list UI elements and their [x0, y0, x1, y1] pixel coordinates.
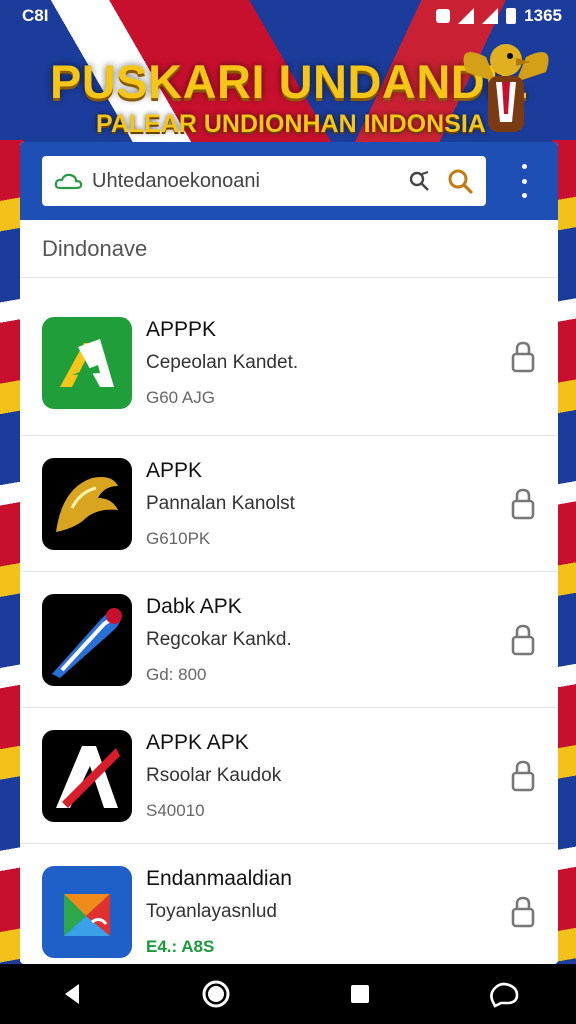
- back-icon: [65, 984, 79, 1004]
- app-text: Endanmaaldian Toyanlayasnlud E4.: A8S: [146, 867, 536, 957]
- notification-icon: [436, 9, 451, 23]
- lock-icon[interactable]: [510, 759, 536, 793]
- app-list-item[interactable]: Dabk APK Regcokar Kankd. Gd: 800: [20, 572, 558, 708]
- recents-button[interactable]: [340, 974, 380, 1014]
- search-bar[interactable]: [42, 156, 486, 206]
- app-text: Dabk APK Regcokar Kankd. Gd: 800: [146, 595, 536, 685]
- app-meta: E4.: A8S: [146, 936, 215, 956]
- app-text: APPK APK Rsoolar Kaudok S40010: [146, 731, 536, 821]
- status-icons: 1365: [436, 6, 562, 26]
- search-icon[interactable]: [446, 167, 474, 195]
- lock-icon[interactable]: [510, 340, 536, 374]
- status-time: 1365: [524, 6, 562, 25]
- app-list-item[interactable]: Endanmaaldian Toyanlayasnlud E4.: A8S: [20, 844, 558, 964]
- app-text: APPPK Cepeolan Kandet. G60 AJG: [146, 318, 536, 408]
- battery-icon: [506, 8, 517, 24]
- app-list: APPPK Cepeolan Kandet. G60 AJG APPK Pann…: [20, 278, 558, 964]
- rocket-icon: [42, 593, 132, 686]
- app-description: Toyanlayasnlud: [146, 900, 277, 922]
- app-description: Pannalan Kanolst: [146, 492, 295, 514]
- app-name: Endanmaaldian: [146, 866, 292, 890]
- app-meta: Gd: 800: [146, 664, 207, 684]
- search-input[interactable]: [92, 169, 406, 193]
- cloud-icon: [54, 173, 83, 190]
- app-name: APPPK: [146, 317, 217, 341]
- voice-search-icon[interactable]: [406, 168, 432, 194]
- red-arrow-icon: [42, 729, 132, 822]
- assistant-button[interactable]: [484, 974, 524, 1014]
- app-list-card: Dindonave APPPK Cepeolan Kandet. G60 AJG: [20, 142, 558, 964]
- app-text: APPK Pannalan Kanolst G610PK: [146, 459, 536, 549]
- app-description: Regcokar Kankd.: [146, 628, 292, 650]
- navigation-bar: [0, 964, 576, 1024]
- app-description: Rsoolar Kaudok: [146, 764, 282, 786]
- wifi-icon: [482, 8, 499, 24]
- app-meta: S40010: [146, 800, 205, 820]
- app-list-item[interactable]: APPPK Cepeolan Kandet. G60 AJG: [20, 278, 558, 436]
- status-bar: C8I 1365: [0, 0, 576, 32]
- recents-icon: [351, 985, 369, 1003]
- home-icon: [202, 980, 230, 1008]
- search-header: [20, 142, 558, 220]
- lock-icon[interactable]: [510, 487, 536, 521]
- status-left-text: C8I: [22, 6, 49, 25]
- back-button[interactable]: [52, 974, 92, 1014]
- section-header: Dindonave: [20, 220, 558, 278]
- header-banner: PUSKARI UNDANDIL PALEAR UNDIONHAN INDONS…: [0, 40, 576, 156]
- app-meta: G610PK: [146, 528, 211, 548]
- banner-subtitle: PALEAR UNDIONHAN INDONSIA: [96, 110, 486, 138]
- colorful-cube-icon: [42, 865, 132, 958]
- gold-bird-icon: [42, 457, 132, 550]
- app-list-item[interactable]: APPK Pannalan Kanolst G610PK: [20, 436, 558, 572]
- more-options-button[interactable]: [514, 164, 534, 198]
- home-button[interactable]: [196, 974, 236, 1014]
- app-list-item[interactable]: APPK APK Rsoolar Kaudok S40010: [20, 708, 558, 844]
- app-name: APPK: [146, 458, 203, 482]
- app-description: Cepeolan Kandet.: [146, 351, 299, 373]
- app-name: APPK APK: [146, 730, 249, 754]
- lock-icon[interactable]: [510, 895, 536, 929]
- app-name: Dabk APK: [146, 594, 242, 618]
- signal-icon: [458, 8, 475, 24]
- app-meta: G60 AJG: [146, 387, 215, 407]
- chat-bubble-icon: [490, 982, 519, 1008]
- lock-icon[interactable]: [510, 623, 536, 657]
- green-apk-icon: [42, 316, 132, 409]
